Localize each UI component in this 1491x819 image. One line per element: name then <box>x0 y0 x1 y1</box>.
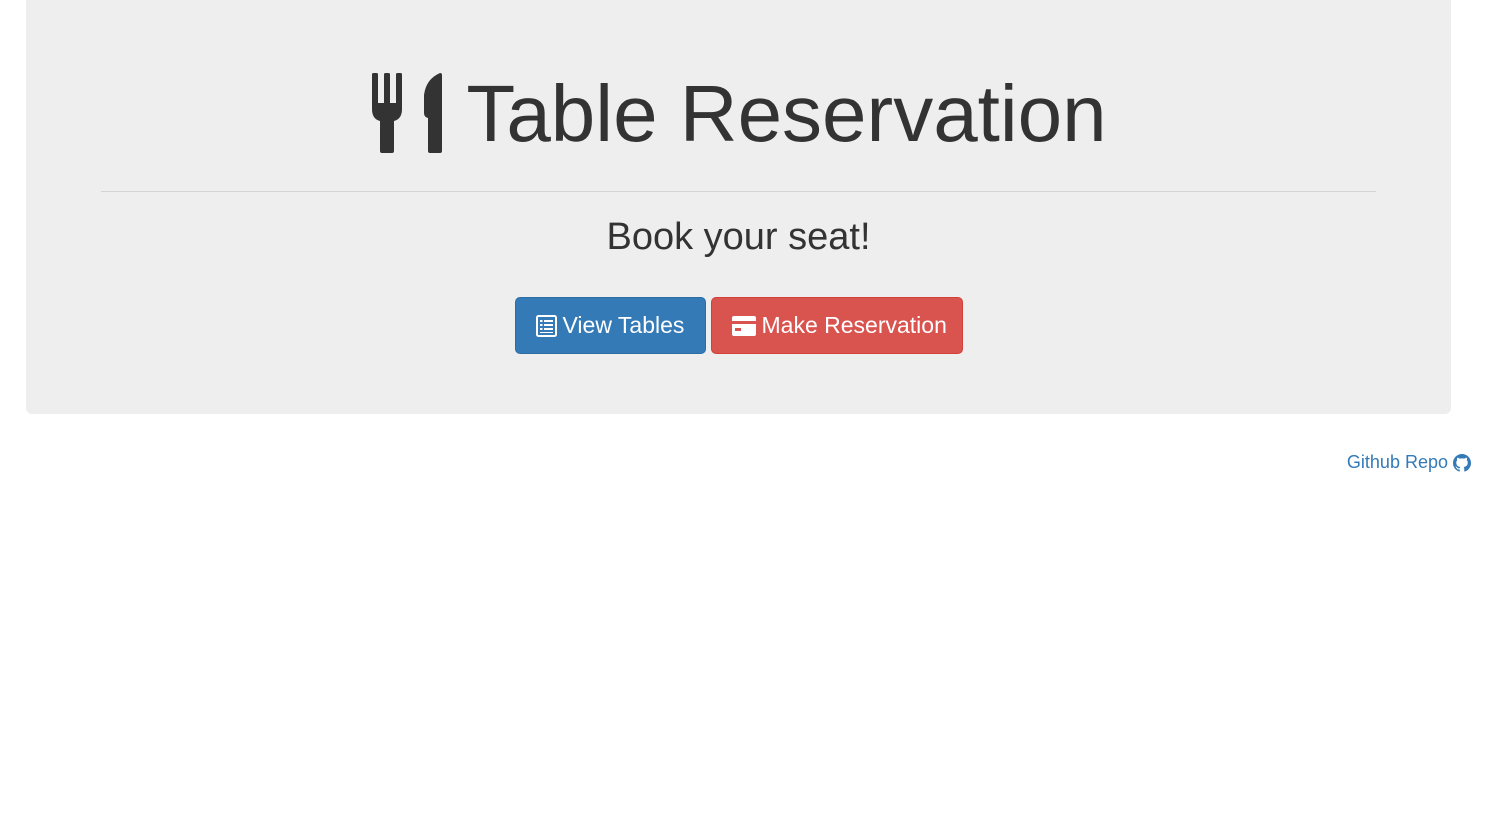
github-repo-link[interactable]: Github Repo <box>1347 452 1471 473</box>
button-group: View Tables Make Reservation <box>26 297 1451 354</box>
github-icon <box>1453 453 1471 472</box>
page-title-text: Table Reservation <box>466 69 1107 158</box>
make-reservation-label: Make Reservation <box>761 312 947 338</box>
page-title: Table Reservation <box>26 68 1451 160</box>
view-tables-label: View Tables <box>562 312 685 338</box>
github-repo-label: Github Repo <box>1346 452 1448 472</box>
jumbotron: Table Reservation Book your seat! View T… <box>26 0 1451 414</box>
make-reservation-button[interactable]: Make Reservation <box>710 297 963 354</box>
list-alt-icon <box>535 314 557 337</box>
view-tables-button[interactable]: View Tables <box>514 297 706 354</box>
divider <box>101 191 1376 192</box>
credit-card-icon <box>731 315 756 336</box>
cutlery-icon <box>370 73 444 155</box>
subtitle: Book your seat! <box>606 216 871 258</box>
